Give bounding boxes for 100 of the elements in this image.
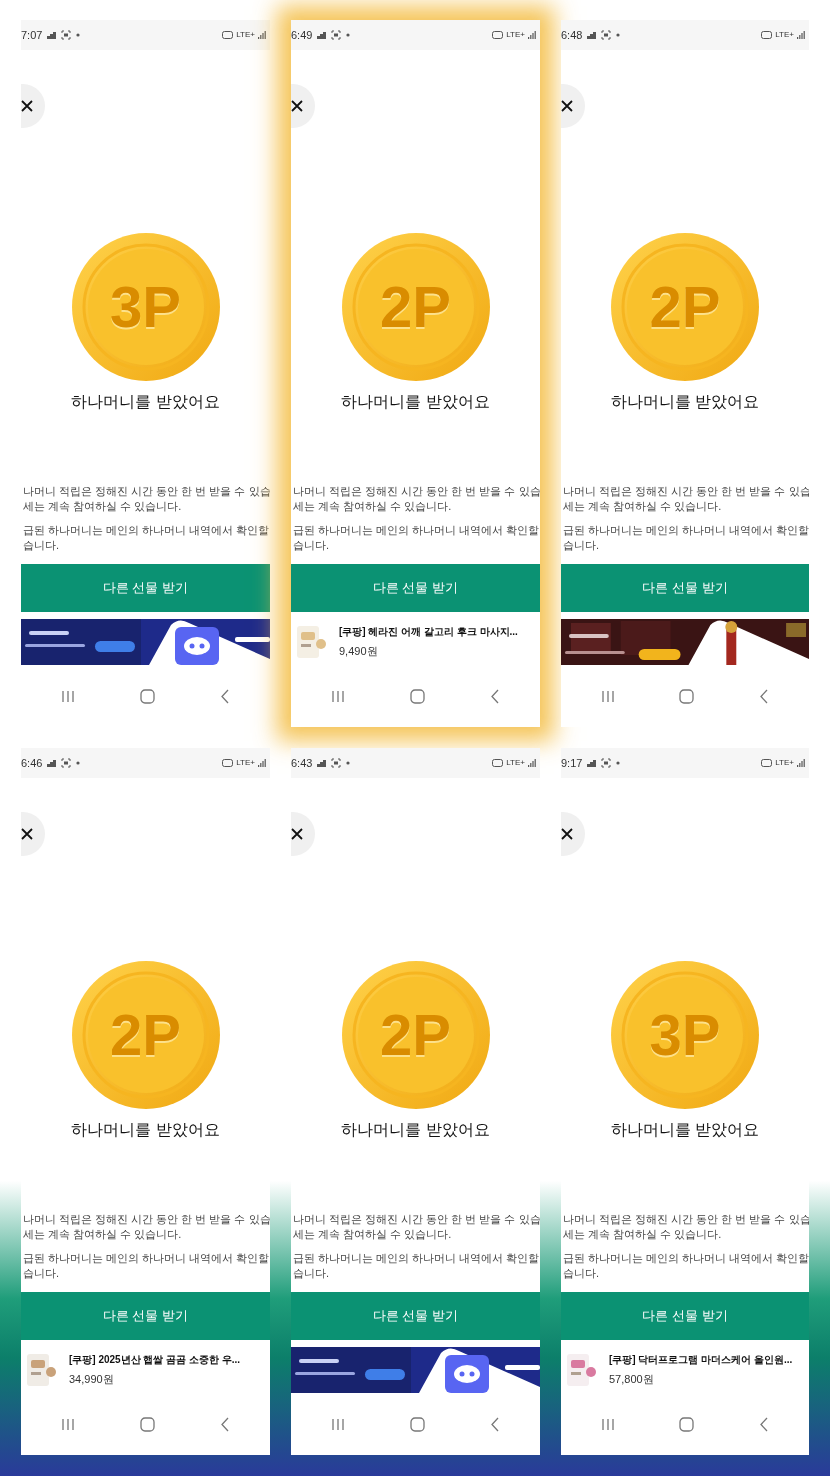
coin-label: 2P — [649, 278, 721, 336]
notice-text: 급된 하나머니는 메인의 하나머니 내역에서 확인할 습니다. — [293, 1251, 540, 1281]
status-time: 6:43 — [291, 755, 313, 771]
network-type: LTE+ — [506, 31, 525, 39]
close-button[interactable] — [291, 84, 315, 128]
back-icon[interactable] — [219, 1416, 230, 1432]
recents-icon[interactable] — [61, 1417, 76, 1431]
notice-text: 나머니 적립은 정해진 시간 동안 한 번 받을 수 있습 세는 계속 참여하실 수 있습니다. — [23, 484, 270, 514]
signal-icon — [528, 759, 536, 767]
notice-text: 급된 하나머니는 메인의 하나머니 내역에서 확인할 습니다. — [563, 1251, 809, 1281]
network-type: LTE+ — [775, 31, 794, 39]
coin-label: 3P — [110, 278, 181, 336]
status-time: 6:46 — [21, 755, 43, 771]
back-icon[interactable] — [219, 688, 230, 704]
signal-steps-icon — [47, 31, 57, 39]
notice-text: 나머니 적립은 정해진 시간 동안 한 번 받을 수 있습 세는 계속 참여하실 수 있습니다. — [563, 1212, 809, 1242]
close-icon — [561, 100, 573, 112]
other-gift-button[interactable]: 다른 선물 받기 — [291, 1292, 540, 1340]
close-icon — [21, 828, 33, 840]
reward-title: 하나머니를 받았어요 — [609, 392, 761, 412]
dot-icon — [616, 33, 621, 37]
dot-icon — [76, 33, 81, 37]
back-icon[interactable] — [489, 1416, 500, 1432]
ad-title[interactable]: [쿠팡] 헤라진 어깨 갈고리 후크 마사지... — [339, 624, 518, 640]
home-icon[interactable] — [410, 1416, 425, 1432]
network-type: LTE+ — [236, 31, 255, 39]
reward-title: 하나머니를 받았어요 — [70, 1120, 221, 1140]
coin-icon — [610, 232, 760, 382]
other-gift-button[interactable]: 다른 선물 받기 — [21, 1292, 270, 1340]
other-gift-button[interactable]: 다른 선물 받기 — [21, 564, 270, 612]
close-button[interactable] — [561, 812, 585, 856]
signal-steps-icon — [587, 31, 597, 39]
signal-steps-icon — [317, 31, 327, 39]
back-icon[interactable] — [758, 1416, 769, 1432]
close-icon — [291, 828, 303, 840]
close-icon — [561, 828, 573, 840]
home-icon[interactable] — [679, 1416, 695, 1432]
signal-icon — [797, 31, 805, 39]
dot-icon — [346, 761, 351, 765]
ad-title[interactable]: [쿠팡] 닥터프로그램 마더스케어 올인원... — [609, 1352, 793, 1368]
screenshot-icon — [61, 30, 72, 40]
signal-icon — [258, 759, 266, 767]
recents-icon[interactable] — [331, 689, 346, 703]
screenshot-icon — [61, 758, 72, 768]
reward-title: 하나머니를 받았어요 — [70, 392, 221, 412]
recents-icon[interactable] — [601, 689, 616, 703]
reward-title: 하나머니를 받았어요 — [340, 1120, 491, 1140]
back-icon[interactable] — [489, 688, 500, 704]
signal-steps-icon — [47, 759, 57, 767]
coin-label: 2P — [110, 1006, 181, 1064]
home-icon[interactable] — [140, 1416, 155, 1432]
screenshot-icon — [601, 758, 612, 768]
signal-icon — [528, 31, 536, 39]
home-icon[interactable] — [140, 688, 155, 704]
coin-icon — [340, 960, 491, 1110]
dot-icon — [76, 761, 81, 765]
status-time: 6:48 — [561, 27, 583, 43]
close-button[interactable] — [21, 812, 45, 856]
notice-text: 나머니 적립은 정해진 시간 동안 한 번 받을 수 있습 세는 계속 참여하실 수 있습니다. — [563, 484, 809, 514]
hd-icon — [222, 31, 234, 39]
hd-icon — [761, 759, 773, 767]
other-gift-button[interactable]: 다른 선물 받기 — [561, 1292, 809, 1340]
network-type: LTE+ — [775, 759, 794, 767]
screenshot-icon — [331, 758, 342, 768]
coin-icon — [70, 960, 221, 1110]
close-button[interactable] — [291, 812, 315, 856]
close-icon — [291, 100, 303, 112]
close-button[interactable] — [561, 84, 585, 128]
dot-icon — [346, 33, 351, 37]
notice-text: 급된 하나머니는 메인의 하나머니 내역에서 확인할 습니다. — [563, 523, 809, 553]
other-gift-button[interactable]: 다른 선물 받기 — [291, 564, 540, 612]
other-gift-button[interactable]: 다른 선물 받기 — [561, 564, 809, 612]
notice-text: 나머니 적립은 정해진 시간 동안 한 번 받을 수 있습 세는 계속 참여하실 수 있습니다. — [23, 1212, 270, 1242]
notice-text: 나머니 적립은 정해진 시간 동안 한 번 받을 수 있습 세는 계속 참여하실 수 있습니다. — [293, 1212, 540, 1242]
recents-icon[interactable] — [331, 1417, 346, 1431]
ad-title[interactable]: [쿠팡] 2025년산 햅쌀 곰곰 소중한 우... — [69, 1352, 241, 1368]
signal-icon — [258, 31, 266, 39]
screenshot-icon — [331, 30, 342, 40]
status-time: 7:07 — [21, 27, 43, 43]
recents-icon[interactable] — [601, 1417, 616, 1431]
status-time: 9:17 — [561, 755, 583, 771]
notice-text: 급된 하나머니는 메인의 하나머니 내역에서 확인할 습니다. — [23, 1251, 270, 1281]
home-icon[interactable] — [410, 688, 425, 704]
signal-steps-icon — [317, 759, 327, 767]
dot-icon — [616, 761, 621, 765]
network-type: LTE+ — [236, 759, 255, 767]
recents-icon[interactable] — [61, 689, 76, 703]
home-icon[interactable] — [679, 688, 695, 704]
network-type: LTE+ — [506, 759, 525, 767]
back-icon[interactable] — [758, 688, 769, 704]
coin-label: 2P — [380, 1006, 451, 1064]
status-time: 6:49 — [291, 27, 313, 43]
coin-icon — [70, 232, 221, 382]
reward-title: 하나머니를 받았어요 — [609, 1120, 761, 1140]
ad-price: 57,800원 — [609, 1372, 655, 1388]
signal-icon — [797, 759, 805, 767]
coin-icon — [340, 232, 491, 382]
close-icon — [21, 100, 33, 112]
close-button[interactable] — [21, 84, 45, 128]
coin-icon — [610, 960, 760, 1110]
